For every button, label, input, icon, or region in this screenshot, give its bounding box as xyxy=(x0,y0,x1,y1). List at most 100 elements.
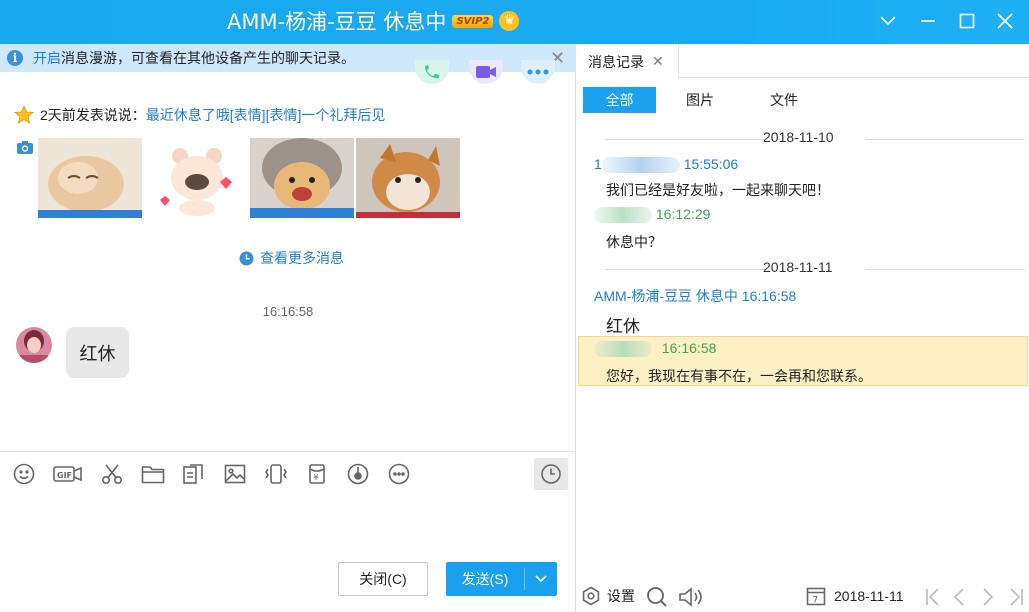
chevron-down-icon xyxy=(880,16,896,26)
crown-icon: ♛ xyxy=(499,11,520,31)
screenshot-button[interactable] xyxy=(100,462,124,486)
title-bar: AMM-杨浦-豆豆 休息中 SVIP2 ♛ xyxy=(0,0,1029,44)
minimize-button[interactable] xyxy=(913,6,943,36)
speaker-icon xyxy=(679,587,702,607)
view-more-messages-link[interactable]: 查看更多消息 xyxy=(239,248,344,268)
photo-thumbnail-bear[interactable] xyxy=(144,138,248,218)
history-message: 您好，我现在有事不在，一会再和您联系。 xyxy=(606,368,872,384)
more-options-button[interactable] xyxy=(521,60,555,84)
chevron-left-icon xyxy=(953,588,964,606)
last-page-button[interactable] xyxy=(1007,586,1025,608)
history-tab-header: 消息记录 ✕ xyxy=(577,44,1029,79)
tab-close-icon[interactable]: ✕ xyxy=(652,53,664,70)
photo-thumbnail-shiba[interactable] xyxy=(356,138,460,218)
image-icon xyxy=(224,464,246,484)
calendar-icon: 7 xyxy=(806,587,826,606)
blurred-name xyxy=(601,157,680,174)
more-dots-icon xyxy=(527,69,549,75)
next-page-button[interactable] xyxy=(981,586,995,608)
video-call-button[interactable] xyxy=(469,60,503,84)
search-icon xyxy=(647,587,667,607)
svg-text:GIF: GIF xyxy=(57,471,72,480)
history-message: 红休 xyxy=(606,317,640,336)
photo-thumbnail-dog-hood[interactable] xyxy=(250,138,354,218)
input-divider xyxy=(0,451,576,452)
first-page-icon xyxy=(926,588,939,606)
settings-button[interactable]: 设置 xyxy=(581,586,635,606)
voice-message-button[interactable] xyxy=(346,462,370,486)
scissors-icon xyxy=(101,464,123,485)
filter-files[interactable]: 文件 xyxy=(770,87,798,113)
history-sender-line: 16:12:29 xyxy=(594,206,710,224)
first-page-button[interactable] xyxy=(924,586,942,608)
vibrate-phone-icon xyxy=(265,464,287,484)
audio-button[interactable] xyxy=(678,586,706,608)
history-message: 我们已经是好友啦，一起来聊天吧！ xyxy=(606,182,830,198)
mic-icon xyxy=(347,463,369,485)
more-tools-button[interactable] xyxy=(387,462,411,486)
more-dots-icon xyxy=(388,463,410,485)
message-timestamp: 16:16:58 xyxy=(262,304,314,319)
shake-window-button[interactable] xyxy=(264,462,288,486)
input-toolbar: GIF ¥ xyxy=(12,462,428,486)
close-chat-button[interactable]: 关闭(C) xyxy=(338,562,428,596)
history-bottom-bar: 设置 7 2018-11-11 xyxy=(577,584,1029,612)
history-panel: 消息记录 ✕ 全部 图片 文件 2018-11-10 1 15:55:06 我们… xyxy=(577,44,1029,612)
send-image-button[interactable] xyxy=(223,462,247,486)
phone-icon xyxy=(425,65,439,79)
mood-content-link[interactable]: 最近休息了哦[表情][表情]一个礼拜后见 xyxy=(146,105,386,125)
mood-prefix: 2天前发表说说： xyxy=(40,107,146,123)
chevron-right-icon xyxy=(983,588,994,606)
previous-page-button[interactable] xyxy=(952,586,966,608)
maximize-button[interactable] xyxy=(952,6,982,36)
history-filters: 全部 图片 文件 xyxy=(583,87,854,113)
history-message: 休息中？ xyxy=(606,234,662,250)
filter-all[interactable]: 全部 xyxy=(583,87,656,113)
history-sender-line: 1 15:55:06 xyxy=(594,156,739,174)
date-picker[interactable]: 7 2018-11-11 xyxy=(806,586,904,606)
current-date: 2018-11-11 xyxy=(834,588,904,604)
chevron-down-icon xyxy=(535,575,547,583)
gear-icon xyxy=(582,586,600,606)
tab-message-history[interactable]: 消息记录 ✕ xyxy=(577,44,679,79)
maximize-icon xyxy=(959,13,975,29)
voice-call-button[interactable] xyxy=(415,60,449,84)
svg-text:¥: ¥ xyxy=(314,473,319,482)
blurred-name xyxy=(594,207,652,224)
smiley-icon xyxy=(13,463,35,485)
filter-images[interactable]: 图片 xyxy=(686,87,714,113)
star-icon xyxy=(14,105,34,124)
close-window-button[interactable] xyxy=(990,6,1020,36)
history-sender-line: AMM-杨浦-豆豆 休息中 16:16:58 xyxy=(594,288,797,304)
info-icon: i xyxy=(7,50,23,66)
notice-text: 消息漫游，可查看在其他设备产生的聊天记录。 xyxy=(61,50,355,66)
document-icon xyxy=(183,464,203,484)
search-button[interactable] xyxy=(646,586,668,608)
enable-roaming-link[interactable]: 开启 xyxy=(33,50,61,66)
photo-thumbnail-cat[interactable] xyxy=(38,138,142,218)
message-bubble: 红休 xyxy=(66,327,129,378)
dropdown-menu-button[interactable] xyxy=(873,6,903,36)
last-page-icon xyxy=(1010,588,1023,606)
send-file-button[interactable] xyxy=(141,462,165,486)
minimize-icon xyxy=(921,20,935,22)
date-separator: 2018-11-11 xyxy=(577,259,1029,279)
gif-button[interactable]: GIF xyxy=(53,462,83,486)
send-options-dropdown[interactable] xyxy=(525,562,557,596)
photo-strip xyxy=(16,138,462,218)
chat-panel: i 开启消息漫游，可查看在其他设备产生的聊天记录。 ✕ 2天前发表说说： 最近休… xyxy=(0,44,576,612)
folder-icon xyxy=(141,466,165,484)
red-packet-button[interactable]: ¥ xyxy=(305,462,329,486)
message-history-button[interactable] xyxy=(534,458,568,490)
svg-text:7: 7 xyxy=(813,596,819,606)
online-doc-button[interactable] xyxy=(182,462,206,486)
send-button[interactable]: 发送(S) xyxy=(446,562,524,596)
avatar[interactable] xyxy=(16,327,52,363)
red-packet-icon: ¥ xyxy=(309,464,325,484)
send-button-group: 发送(S) xyxy=(446,562,557,596)
gif-icon: GIF xyxy=(53,466,82,482)
emoji-button[interactable] xyxy=(12,462,36,486)
video-camera-icon xyxy=(476,66,496,78)
close-icon xyxy=(997,13,1013,29)
history-sender-line: 16:16:58 xyxy=(594,340,716,358)
